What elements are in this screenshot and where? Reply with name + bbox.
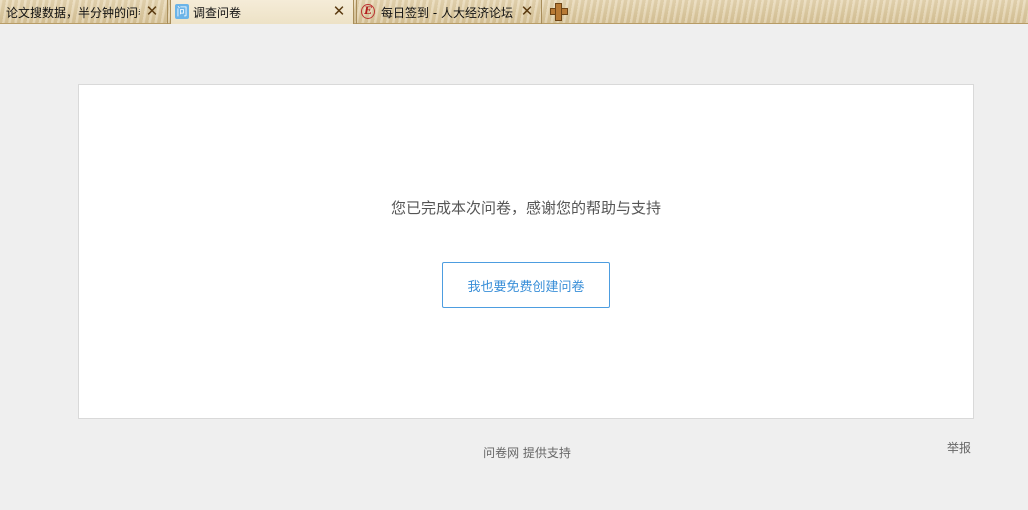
completion-card: 您已完成本次问卷，感谢您的帮助与支持 我也要免费创建问卷 [78,84,974,419]
plus-icon-vertical [555,3,562,21]
footer-support-text: 问卷网 提供支持 [483,446,571,460]
tab-title: 调查问卷 [193,6,242,20]
tab-title: 论文搜数据，半分钟的问卷 [6,6,140,20]
tab-title: 每日签到 - 人大经济论坛 [381,6,513,20]
tab-survey[interactable]: 问 调查问卷 ✕ [170,0,354,24]
tab-paper-survey[interactable]: 论文搜数据，半分钟的问卷 ✕ [0,0,168,24]
tab-daily-checkin[interactable]: E 每日签到 - 人大经济论坛 ✕ [356,0,542,24]
pinggu-favicon-icon: E [361,4,375,19]
create-survey-button[interactable]: 我也要免费创建问卷 [442,262,610,308]
close-icon[interactable]: ✕ [331,2,347,20]
close-icon[interactable]: ✕ [519,2,535,20]
close-icon[interactable]: ✕ [144,2,160,20]
report-link[interactable]: 举报 [947,439,971,456]
completion-message: 您已完成本次问卷，感谢您的帮助与支持 [390,199,661,217]
new-tab-plus-icon[interactable] [549,2,569,22]
browser-tab-bar: 论文搜数据，半分钟的问卷 ✕ 问 调查问卷 ✕ E 每日签到 - 人大经济论坛 … [0,0,1028,24]
wenjuan-favicon-icon: 问 [175,4,189,19]
